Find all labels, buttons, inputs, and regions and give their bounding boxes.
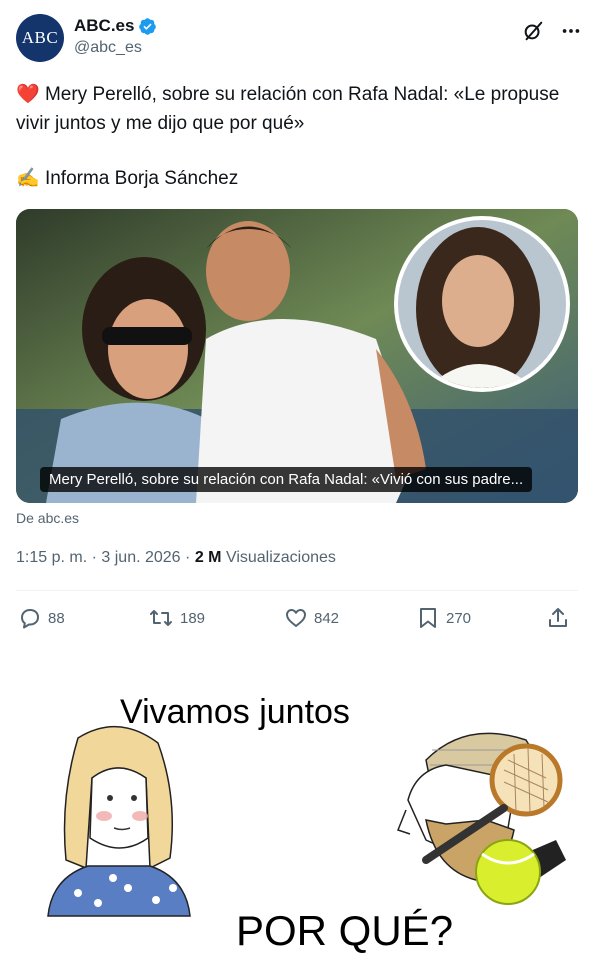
share-button[interactable]	[546, 606, 570, 630]
header-actions	[522, 20, 582, 42]
reply-button[interactable]: 88	[18, 606, 65, 630]
divider	[16, 590, 578, 591]
meme-image: Vivamos juntos POR QUÉ?	[0, 660, 600, 966]
avatar[interactable]: ABC	[16, 14, 64, 62]
bookmark-count: 270	[446, 609, 472, 627]
meta-separator: ·	[91, 549, 97, 566]
heart-icon	[286, 609, 306, 627]
verified-badge-icon	[139, 17, 157, 35]
display-name-row[interactable]: ABC.es	[74, 16, 157, 36]
woman-wojak-illustration	[47, 726, 191, 917]
repost-count: 189	[180, 609, 206, 627]
grok-icon[interactable]	[522, 20, 544, 42]
bookmark-button[interactable]: 270	[416, 606, 471, 630]
views-count: 2 M	[194, 549, 222, 566]
handle[interactable]: @abc_es	[74, 39, 157, 57]
bookmark-icon	[420, 608, 436, 628]
heart-emoji-icon: ❤️	[16, 84, 40, 105]
action-bar: 88 189 842 270	[18, 606, 574, 634]
chad-illustration	[397, 732, 566, 905]
repost-button[interactable]: 189	[148, 606, 205, 630]
tweet-time[interactable]: 1:15 p. m.	[16, 549, 87, 566]
card-image	[16, 209, 578, 503]
meta-separator-2: ·	[185, 549, 191, 566]
tweet-date[interactable]: 3 jun. 2026	[101, 549, 180, 566]
tweet-meta: 1:15 p. m. · 3 jun. 2026 · 2 M Visualiza…	[16, 549, 336, 567]
more-icon[interactable]	[560, 20, 582, 42]
tweet-text: ❤️ Mery Perelló, sobre su relación con R…	[16, 80, 576, 138]
tweet-body: Mery Perelló, sobre su relación con Rafa…	[16, 84, 560, 134]
tweet-header: ABC ABC.es @abc_es	[16, 14, 584, 64]
card-caption: Mery Perelló, sobre su relación con Rafa…	[40, 467, 533, 492]
credit-text: Informa Borja Sánchez	[44, 168, 239, 189]
meme-bottom-text: POR QUÉ?	[236, 907, 454, 954]
author-block: ABC.es @abc_es	[74, 16, 157, 57]
meme-top-text: Vivamos juntos	[120, 693, 350, 731]
tweet-credit: ✍️ Informa Borja Sánchez	[16, 166, 238, 190]
display-name[interactable]: ABC.es	[74, 16, 134, 36]
like-button[interactable]: 842	[284, 606, 339, 630]
reply-icon	[21, 609, 39, 629]
writing-hand-emoji-icon: ✍️	[16, 168, 40, 189]
share-icon	[549, 608, 567, 627]
reply-count: 88	[48, 609, 65, 627]
views-label: Visualizaciones	[225, 549, 336, 566]
card-source[interactable]: De abc.es	[16, 510, 79, 526]
link-card[interactable]: Mery Perelló, sobre su relación con Rafa…	[16, 209, 578, 503]
like-count: 842	[314, 609, 340, 627]
repost-icon	[150, 610, 172, 626]
